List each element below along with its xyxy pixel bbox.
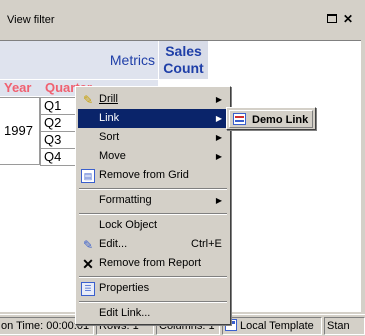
menu-item-edit-link[interactable]: Edit Link...	[78, 304, 228, 323]
year-cell[interactable]: 1997	[0, 97, 40, 165]
menu-item-sort[interactable]: Sort ▶	[78, 128, 228, 147]
edit-icon: ✎	[82, 238, 94, 252]
menu-item-label: Edit Link...	[99, 307, 151, 319]
context-menu: ✎ Drill ▶ Link ▶ Sort ▶ Move ▶ ▤ Remove …	[75, 86, 231, 325]
menu-item-link[interactable]: Link ▶	[78, 109, 228, 128]
panel-title: View filter	[7, 14, 55, 26]
status-mode: Stan	[324, 317, 365, 335]
menu-item-label: Formatting	[99, 194, 152, 206]
menu-item-move[interactable]: Move ▶	[78, 147, 228, 166]
menu-item-remove-from-grid[interactable]: ▤ Remove from Grid	[78, 166, 228, 185]
metrics-header: Metrics	[0, 41, 158, 79]
metrics-label: Metrics	[109, 52, 155, 68]
submenu-arrow-icon: ▶	[215, 114, 222, 123]
submenu-item-demo-link[interactable]: Demo Link	[229, 110, 313, 128]
menu-item-label: Lock Object	[99, 219, 158, 231]
menu-item-label: Edit...	[99, 238, 128, 250]
menu-item-lock-object[interactable]: Lock Object	[78, 216, 228, 235]
menu-item-label: Drill	[99, 93, 118, 105]
status-template-label: Local Template	[240, 320, 314, 332]
properties-icon: ☰	[81, 282, 95, 296]
menu-item-properties[interactable]: ☰ Properties	[78, 279, 228, 298]
submenu-item-label: Demo Link	[252, 114, 309, 126]
remove-grid-icon: ▤	[81, 169, 95, 183]
menu-item-label: Remove from Grid	[99, 169, 189, 181]
year-header[interactable]: Year	[4, 80, 31, 95]
menu-item-label: Remove from Report	[99, 257, 202, 269]
sales-count-header[interactable]: Sales Count	[159, 41, 208, 79]
menu-item-formatting[interactable]: Formatting ▶	[78, 191, 228, 210]
drill-icon: ✎	[82, 93, 94, 107]
menu-separator	[79, 301, 227, 303]
menu-item-edit[interactable]: ✎ Edit... Ctrl+E	[78, 235, 228, 254]
menu-separator	[79, 188, 227, 190]
menu-item-label: Properties	[99, 282, 150, 294]
menu-shortcut: Ctrl+E	[191, 238, 222, 250]
menu-item-remove-from-report[interactable]: ✕ Remove from Report	[78, 254, 228, 273]
submenu-arrow-icon: ▶	[215, 196, 222, 205]
link-submenu: Demo Link	[226, 107, 316, 130]
menu-item-drill[interactable]: ✎ Drill ▶	[78, 90, 228, 109]
panel-titlebar: View filter ✕	[0, 0, 365, 40]
submenu-arrow-icon: ▶	[215, 133, 222, 142]
submenu-arrow-icon: ▶	[215, 152, 222, 161]
close-icon[interactable]: ✕	[341, 12, 355, 26]
sales-count-label: Sales Count	[163, 43, 204, 76]
menu-separator	[79, 276, 227, 278]
submenu-arrow-icon: ▶	[215, 95, 222, 104]
restore-icon[interactable]	[325, 12, 339, 26]
status-template[interactable]: Local Template	[222, 317, 322, 335]
menu-separator	[79, 213, 227, 215]
menu-item-label: Link	[99, 112, 120, 124]
menu-item-label: Sort	[99, 131, 120, 143]
menu-item-label: Move	[99, 150, 126, 162]
delete-x-icon: ✕	[82, 256, 94, 272]
link-icon	[233, 113, 246, 125]
